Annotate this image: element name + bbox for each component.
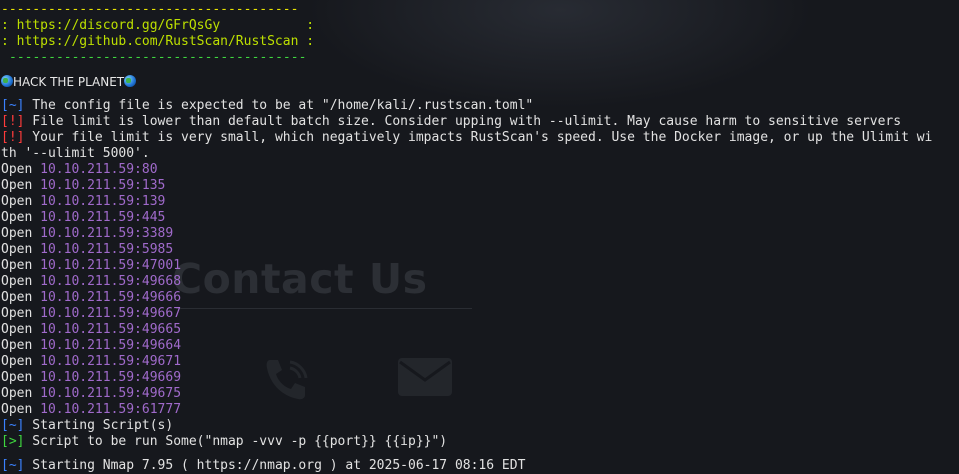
port-address: 10.10.211.59:49668 [40,274,182,289]
banner-dashes-bottom: -------------------------------------- [9,50,307,65]
port-address: 10.10.211.59:49664 [40,338,182,353]
info-tag: [~] [1,458,25,473]
open-ports-list: Open 10.10.211.59:80 Open 10.10.211.59:13… [1,162,959,418]
port-address: 10.10.211.59:80 [40,162,158,177]
open-label: Open [1,226,33,241]
open-label: Open [1,242,33,257]
open-label: Open [1,194,33,209]
port-address: 10.10.211.59:49665 [40,322,182,337]
open-port-row: Open 10.10.211.59:49671 [1,354,959,370]
nmap-start-message: [~] Starting Nmap 7.95 ( https://nmap.or… [1,458,959,474]
file-limit-warning: [!] File limit is lower than default bat… [1,114,959,130]
open-port-row: Open 10.10.211.59:80 [1,162,959,178]
config-message: [~] The config file is expected to be at… [1,98,959,114]
open-label: Open [1,258,33,273]
port-address: 10.10.211.59:49666 [40,290,182,305]
port-address: 10.10.211.59:135 [40,178,166,193]
open-label: Open [1,354,33,369]
ulimit-warning: [!] Your file limit is very small, which… [1,130,959,146]
port-address: 10.10.211.59:5985 [40,242,174,257]
port-address: 10.10.211.59:61777 [40,402,182,417]
open-port-row: Open 10.10.211.59:49675 [1,386,959,402]
port-address: 10.10.211.59:3389 [40,226,174,241]
open-port-row: Open 10.10.211.59:49665 [1,322,959,338]
open-label: Open [1,386,33,401]
open-label: Open [1,162,33,177]
starting-script-message: [~] Starting Script(s) [1,418,959,434]
message-text: Your file limit is very small, which neg… [24,130,933,145]
message-text: Starting Nmap 7.95 ( https://nmap.org ) … [24,458,526,473]
open-label: Open [1,370,33,385]
open-port-row: Open 10.10.211.59:61777 [1,402,959,418]
open-label: Open [1,338,33,353]
open-port-row: Open 10.10.211.59:49664 [1,338,959,354]
open-port-row: Open 10.10.211.59:5985 [1,242,959,258]
ulimit-warning-wrap: th '--ulimit 5000'. [1,146,150,161]
port-address: 10.10.211.59:445 [40,210,166,225]
open-label: Open [1,178,33,193]
globe-icon [124,75,137,87]
warning-tag: [!] [1,130,25,145]
open-label: Open [1,210,33,225]
open-port-row: Open 10.10.211.59:135 [1,178,959,194]
message-text: File limit is lower than default batch s… [24,114,902,129]
port-address: 10.10.211.59:139 [40,194,166,209]
hack-the-planet-banner: HACK THE PLANET [1,74,959,90]
message-text: Script to be run Some("nmap -vvv -p {{po… [24,434,448,449]
tagline: HACK THE PLANET [13,75,125,89]
open-label: Open [1,290,33,305]
banner-discord-link[interactable]: : https://discord.gg/GFrQsGy : [1,18,959,34]
open-label: Open [1,402,33,417]
message-text: Starting Script(s) [24,418,174,433]
open-port-row: Open 10.10.211.59:49669 [1,370,959,386]
open-port-row: Open 10.10.211.59:139 [1,194,959,210]
script-run-message: [>] Script to be run Some("nmap -vvv -p … [1,434,959,450]
open-port-row: Open 10.10.211.59:3389 [1,226,959,242]
info-tag: [~] [1,418,25,433]
open-port-row: Open 10.10.211.59:47001 [1,258,959,274]
port-address: 10.10.211.59:49671 [40,354,182,369]
port-address: 10.10.211.59:47001 [40,258,182,273]
message-text: The config file is expected to be at "/h… [24,98,534,113]
open-label: Open [1,322,33,337]
banner-github-link[interactable]: : https://github.com/RustScan/RustScan : [1,34,959,50]
open-port-row: Open 10.10.211.59:445 [1,210,959,226]
run-tag: [>] [1,434,25,449]
terminal-output: -------------------------------------- :… [1,2,959,474]
open-port-row: Open 10.10.211.59:49668 [1,274,959,290]
open-label: Open [1,274,33,289]
open-port-row: Open 10.10.211.59:49666 [1,290,959,306]
banner-dashes-top: -------------------------------------- [1,2,299,17]
port-address: 10.10.211.59:49667 [40,306,182,321]
port-address: 10.10.211.59:49669 [40,370,182,385]
globe-icon [1,75,13,87]
warning-tag: [!] [1,114,25,129]
open-label: Open [1,306,33,321]
info-tag: [~] [1,98,25,113]
port-address: 10.10.211.59:49675 [40,386,182,401]
open-port-row: Open 10.10.211.59:49667 [1,306,959,322]
